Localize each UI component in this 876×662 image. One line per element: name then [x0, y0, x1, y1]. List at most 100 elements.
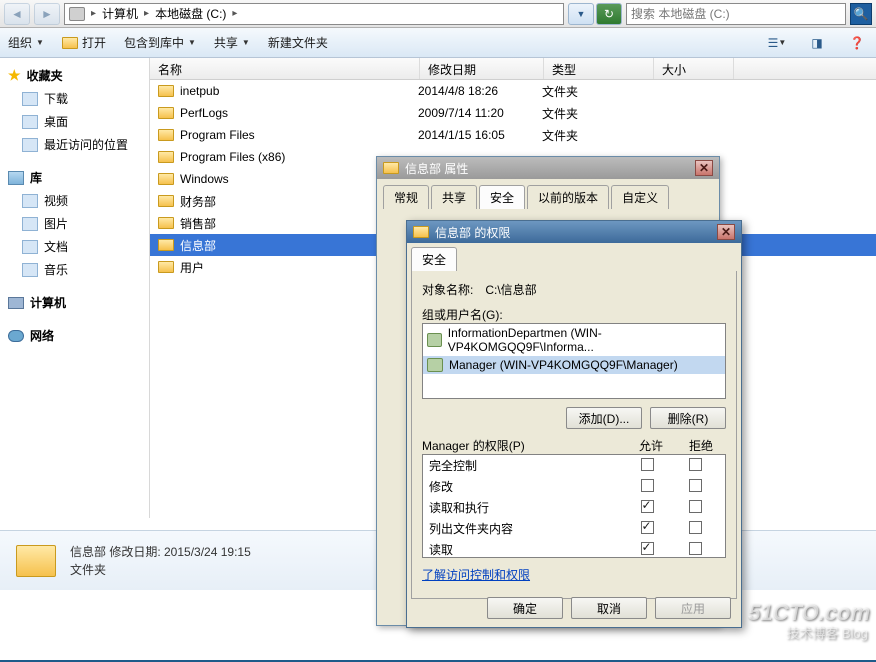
view-options-button[interactable]: ☰ ▼: [766, 33, 788, 53]
permission-name: 读取: [429, 541, 623, 558]
allow-checkbox[interactable]: [641, 542, 654, 555]
sidebar-item-desktop[interactable]: 桌面: [0, 110, 149, 133]
network-icon: [8, 330, 24, 342]
sidebar-item-documents[interactable]: 文档: [0, 235, 149, 258]
chevron-right-icon: ▸: [91, 8, 96, 19]
breadcrumb[interactable]: ▸ 计算机 ▸ 本地磁盘 (C:) ▸: [64, 3, 564, 25]
groups-listbox[interactable]: InformationDepartmen (WIN-VP4KOMGQQ9F\In…: [422, 323, 726, 399]
permission-row: 完全控制: [423, 455, 725, 476]
allow-checkbox[interactable]: [641, 500, 654, 513]
folder-icon: [158, 107, 174, 119]
permission-name: 读取和执行: [429, 499, 623, 516]
col-header-size[interactable]: 大小: [654, 58, 734, 79]
include-lib-button[interactable]: 包含到库中 ▼: [124, 34, 196, 51]
add-button[interactable]: 添加(D)...: [566, 407, 642, 429]
sidebar-item-recent[interactable]: 最近访问的位置: [0, 133, 149, 156]
sidebar-computer[interactable]: 计算机: [0, 291, 149, 314]
remove-button[interactable]: 删除(R): [650, 407, 726, 429]
details-line2: 文件夹: [70, 561, 251, 579]
col-header-type[interactable]: 类型: [544, 58, 654, 79]
file-type: 文件夹: [542, 127, 652, 144]
folder-icon: [158, 129, 174, 141]
tab-custom[interactable]: 自定义: [611, 185, 669, 209]
groups-label: 组或用户名(G):: [422, 306, 726, 323]
file-name: 信息部: [180, 237, 216, 254]
chevron-right-icon: ▸: [144, 8, 149, 19]
ok-button[interactable]: 确定: [487, 597, 563, 619]
tab-security[interactable]: 安全: [479, 185, 525, 209]
folder-icon: [158, 151, 174, 163]
cancel-button[interactable]: 取消: [571, 597, 647, 619]
sidebar-item-videos[interactable]: 视频: [0, 189, 149, 212]
permission-name: 列出文件夹内容: [429, 520, 623, 537]
breadcrumb-seg[interactable]: 本地磁盘 (C:): [151, 5, 230, 22]
close-button[interactable]: ✕: [717, 224, 735, 240]
allow-header: 允许: [626, 437, 676, 454]
sidebar-libraries-head[interactable]: 库: [0, 166, 149, 189]
file-row[interactable]: Program Files2014/1/15 16:05文件夹: [150, 124, 876, 146]
folder-icon: [62, 37, 78, 49]
refresh-button[interactable]: ↻: [596, 3, 622, 25]
sidebar-item-downloads[interactable]: 下载: [0, 87, 149, 110]
sidebar-network[interactable]: 网络: [0, 324, 149, 347]
deny-checkbox[interactable]: [689, 458, 702, 471]
allow-checkbox[interactable]: [641, 458, 654, 471]
folder-icon: [16, 545, 56, 577]
deny-checkbox[interactable]: [689, 500, 702, 513]
file-row[interactable]: inetpub2014/4/8 18:26文件夹: [150, 80, 876, 102]
tab-previous[interactable]: 以前的版本: [527, 185, 609, 209]
col-header-date[interactable]: 修改日期: [420, 58, 544, 79]
new-folder-button[interactable]: 新建文件夹: [268, 34, 328, 51]
tab-security[interactable]: 安全: [411, 247, 457, 271]
deny-checkbox[interactable]: [689, 521, 702, 534]
refresh-dropdown-button[interactable]: ▼: [568, 3, 594, 25]
learn-link[interactable]: 了解访问控制和权限: [422, 566, 530, 583]
dialog-titlebar[interactable]: 信息部 的权限 ✕: [407, 221, 741, 243]
permission-row: 列出文件夹内容: [423, 518, 725, 539]
deny-checkbox[interactable]: [689, 479, 702, 492]
permission-row: 修改: [423, 476, 725, 497]
list-item[interactable]: Manager (WIN-VP4KOMGQQ9F\Manager): [423, 356, 725, 374]
dialog-titlebar[interactable]: 信息部 属性 ✕: [377, 157, 719, 179]
search-go-button[interactable]: 🔍: [850, 3, 872, 25]
search-input[interactable]: 搜索 本地磁盘 (C:): [626, 3, 846, 25]
sidebar-item-music[interactable]: 音乐: [0, 258, 149, 281]
tab-general[interactable]: 常规: [383, 185, 429, 209]
deny-checkbox[interactable]: [689, 542, 702, 555]
library-icon: [8, 171, 24, 185]
file-name: Program Files: [180, 128, 255, 142]
share-button[interactable]: 共享 ▼: [214, 34, 250, 51]
list-item[interactable]: InformationDepartmen (WIN-VP4KOMGQQ9F\In…: [423, 324, 725, 356]
file-row[interactable]: PerfLogs2009/7/14 11:20文件夹: [150, 102, 876, 124]
allow-checkbox[interactable]: [641, 521, 654, 534]
apply-button[interactable]: 应用: [655, 597, 731, 619]
breadcrumb-seg[interactable]: 计算机: [98, 5, 142, 22]
close-button[interactable]: ✕: [695, 160, 713, 176]
star-icon: ★: [8, 67, 21, 84]
permission-name: 修改: [429, 478, 623, 495]
computer-icon: [8, 297, 24, 309]
file-name: 用户: [180, 259, 204, 276]
file-date: 2014/4/8 18:26: [418, 84, 542, 98]
tab-strip: 常规 共享 安全 以前的版本 自定义: [377, 179, 719, 209]
help-button[interactable]: ❓: [846, 33, 868, 53]
allow-checkbox[interactable]: [641, 479, 654, 492]
chevron-down-icon: ▼: [778, 38, 786, 47]
nav-back-button[interactable]: ◄: [4, 3, 30, 25]
open-button[interactable]: 打开: [62, 34, 106, 51]
tab-share[interactable]: 共享: [431, 185, 477, 209]
permissions-listbox[interactable]: 完全控制修改读取和执行列出文件夹内容读取: [422, 454, 726, 558]
forward-arrow-icon: ►: [41, 7, 53, 21]
col-header-name[interactable]: 名称: [150, 58, 420, 79]
address-bar: ◄ ► ▸ 计算机 ▸ 本地磁盘 (C:) ▸ ▼ ↻ 搜索 本地磁盘 (C:)…: [0, 0, 876, 28]
sidebar-item-pictures[interactable]: 图片: [0, 212, 149, 235]
chevron-down-icon: ▼: [188, 38, 196, 47]
nav-sidebar: ★收藏夹 下载 桌面 最近访问的位置 库 视频 图片 文档 音乐 计算机 网络: [0, 58, 150, 518]
preview-pane-button[interactable]: ◨: [806, 33, 828, 53]
sidebar-favorites-head[interactable]: ★收藏夹: [0, 64, 149, 87]
nav-forward-button[interactable]: ►: [34, 3, 60, 25]
picture-icon: [22, 217, 38, 231]
details-line1: 信息部 修改日期: 2015/3/24 19:15: [70, 543, 251, 561]
organize-button[interactable]: 组织 ▼: [8, 34, 44, 51]
download-icon: [22, 92, 38, 106]
